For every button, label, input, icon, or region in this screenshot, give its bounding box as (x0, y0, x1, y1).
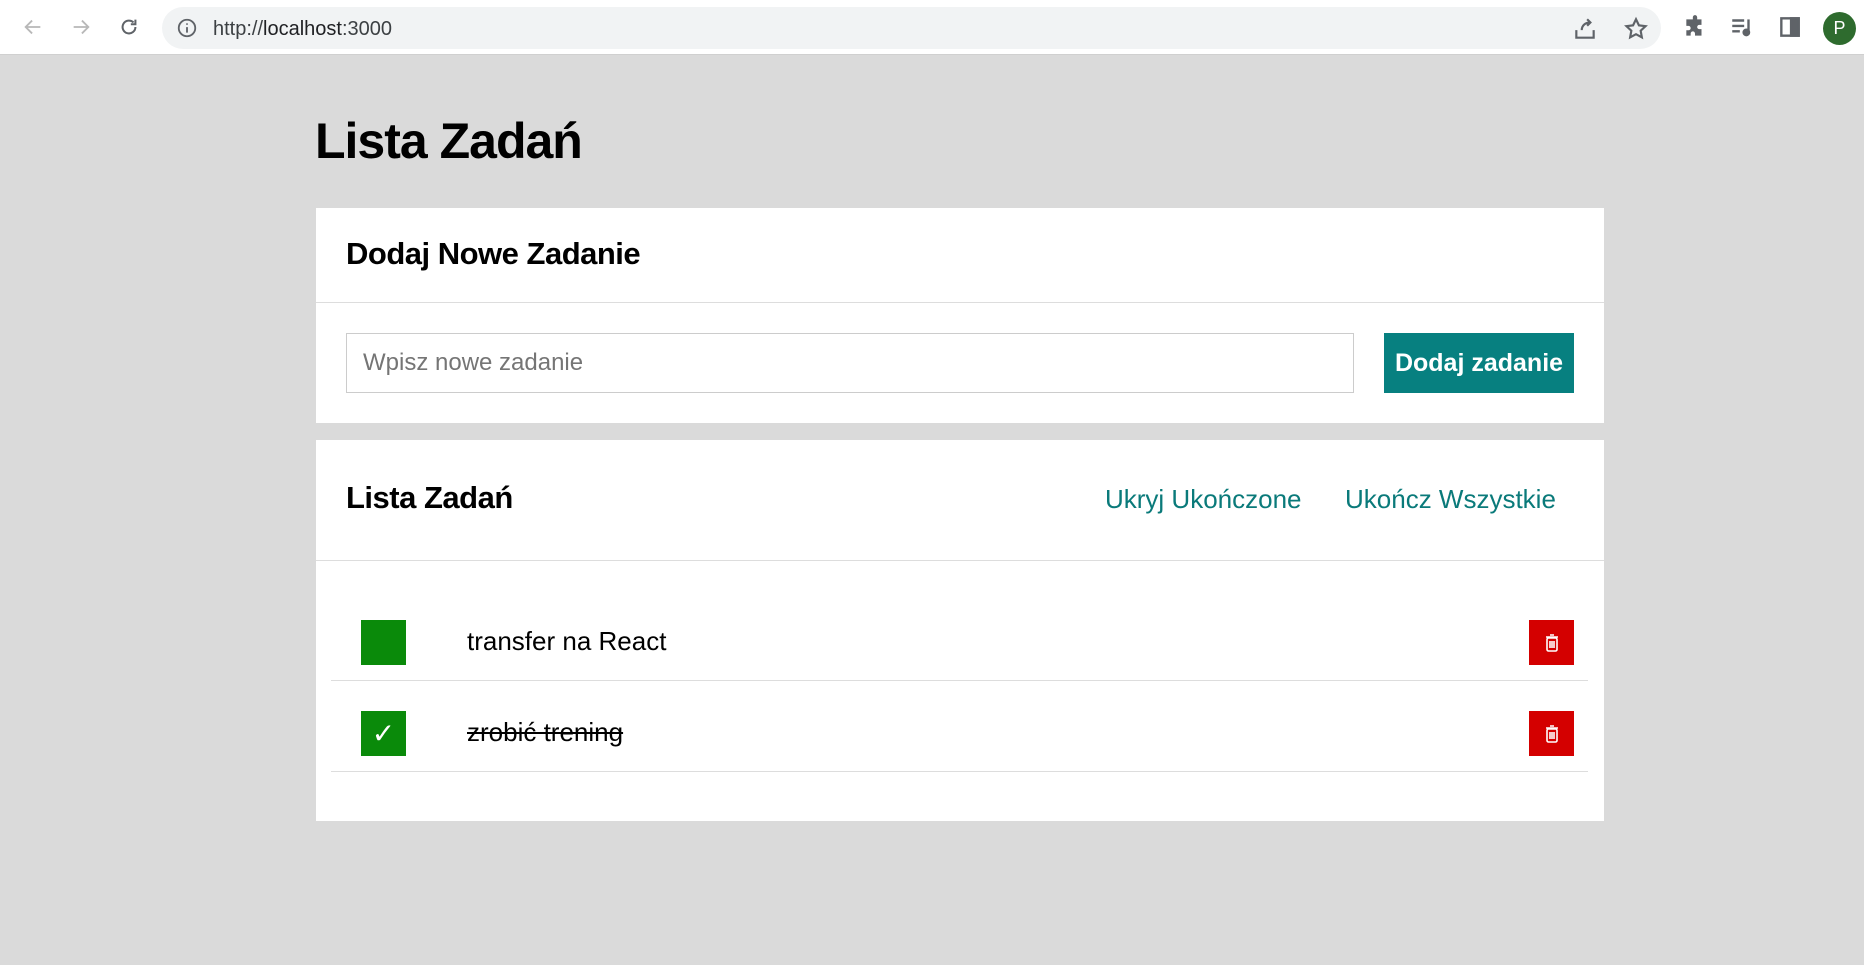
star-icon[interactable] (1623, 16, 1649, 42)
add-task-card: Dodaj Nowe Zadanie Dodaj zadanie (316, 208, 1604, 423)
trash-icon (1545, 724, 1558, 743)
puzzle-icon[interactable] (1682, 14, 1708, 40)
page-title: Lista Zadań (315, 113, 583, 169)
add-task-button[interactable]: Dodaj zadanie (1384, 333, 1574, 393)
avatar[interactable]: P (1823, 12, 1856, 45)
url-text[interactable]: http://localhost:3000 (213, 18, 392, 41)
task-text: transfer na React (467, 626, 667, 656)
hide-completed-button[interactable]: Ukryj Ukończone (1105, 484, 1302, 515)
reload-icon[interactable] (112, 10, 146, 44)
task-list-title: Lista Zadań (346, 480, 513, 515)
task-checkbox[interactable] (361, 620, 406, 665)
forward-arrow-icon[interactable] (64, 10, 98, 44)
delete-task-button[interactable] (1529, 711, 1574, 756)
media-queue-icon[interactable] (1729, 14, 1755, 40)
url-port: :3000 (341, 18, 393, 40)
browser-toolbar: http://localhost:3000 P (0, 0, 1864, 55)
add-task-card-header: Dodaj Nowe Zadanie (316, 208, 1604, 303)
task-row: ✓ zrobić trening (331, 681, 1588, 772)
task-list-card-header: Lista Zadań Ukryj Ukończone Ukończ Wszys… (316, 440, 1604, 561)
address-bar[interactable]: http://localhost:3000 (162, 7, 1661, 49)
task-row: transfer na React (331, 590, 1588, 681)
back-arrow-icon[interactable] (16, 10, 50, 44)
delete-task-button[interactable] (1529, 620, 1574, 665)
trash-icon (1545, 633, 1558, 652)
share-icon[interactable] (1572, 16, 1598, 42)
task-text: zrobić trening (467, 717, 624, 747)
url-host: localhost (263, 18, 342, 40)
new-task-input[interactable] (346, 333, 1354, 393)
url-scheme: http:// (213, 18, 264, 40)
complete-all-button[interactable]: Ukończ Wszystkie (1345, 484, 1556, 515)
task-list-card: Lista Zadań Ukryj Ukończone Ukończ Wszys… (316, 440, 1604, 821)
info-icon[interactable] (176, 17, 198, 39)
side-panel-icon[interactable] (1777, 14, 1803, 40)
task-checkbox[interactable]: ✓ (361, 711, 406, 756)
add-task-title: Dodaj Nowe Zadanie (346, 236, 641, 271)
